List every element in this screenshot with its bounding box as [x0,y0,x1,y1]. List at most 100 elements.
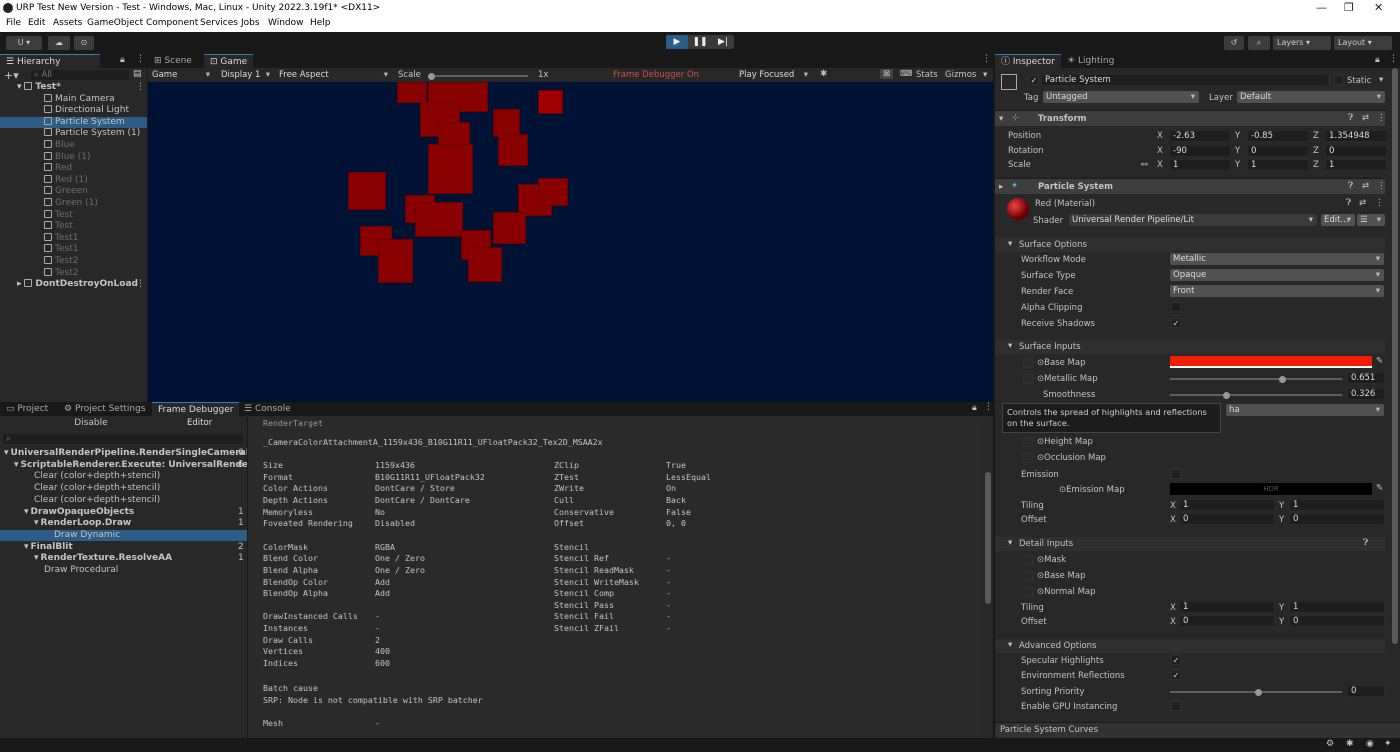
add-icon[interactable]: +▾ [4,69,19,82]
sorting-value[interactable]: 0 [1347,685,1385,697]
frame-event-row[interactable]: Clear (color+depth+stencil) [0,471,247,483]
play-icon[interactable]: ▶ [666,35,688,49]
scale-knob[interactable] [428,72,435,80]
mat-preset-icon[interactable]: ⇄ [1359,198,1366,208]
tag-dropdown[interactable]: Untagged [1043,91,1199,103]
account-button[interactable]: U ▾ [6,36,42,50]
transform-scale-y[interactable]: 1 [1247,159,1309,171]
game-more-icon[interactable]: ⋮ [982,54,991,64]
occlusion-map-slot[interactable] [1023,453,1033,463]
particle-system-header[interactable]: ▸ ✦ Particle System ❓︎ ⇄ ⋮ [995,178,1386,194]
step-icon[interactable]: ▶| [712,35,734,49]
hierarchy-item[interactable]: Particle System (1) [0,128,147,140]
play-focused-dropdown[interactable]: Play Focused [736,69,812,81]
tab-inspector[interactable]: ⓘ Inspector [995,54,1061,68]
foldout-arrow-icon[interactable]: ▾ [34,518,39,528]
foldout-icon[interactable]: ▾ [999,114,1003,124]
si-foldout-icon[interactable]: ▾ [1008,341,1012,351]
detail-base-map-slot[interactable] [1023,571,1033,581]
particle-curves-bar[interactable]: Particle System Curves [995,722,1400,738]
lock-icon[interactable]: 🔒︎ [120,55,125,65]
tab-frame-debugger[interactable]: Frame Debugger [152,402,240,416]
search-icon[interactable]: ⌕ [1248,36,1270,50]
status-network-icon[interactable]: ◉ [1366,739,1374,749]
help-icon[interactable]: ❓︎ [1348,113,1353,123]
hierarchy-item[interactable]: Greeen [0,186,147,198]
detail-offset-x[interactable]: 0 [1179,615,1275,627]
ps-preset-icon[interactable]: ⇄ [1362,181,1369,191]
foldout-arrow-icon[interactable]: ▾ [4,448,9,458]
details-scrollbar[interactable] [985,472,991,604]
hierarchy-item[interactable]: ▸ DontDestroyOnLoad ⋮ [0,279,147,291]
detail-tiling-x[interactable]: 1 [1179,601,1275,613]
surface-type-dropdown[interactable]: Opaque [1170,269,1384,281]
object-name-field[interactable]: Particle System [1041,74,1329,86]
eyedropper-icon[interactable]: ✎ [1376,356,1383,366]
surface-options-header[interactable]: ▾ Surface Options [995,238,1385,252]
transform-position-z[interactable]: 1.354948 [1325,130,1387,142]
smoothness-value[interactable]: 0.326 [1347,388,1385,400]
env-reflections-checkbox[interactable]: ✓ [1171,670,1181,680]
normal-map-slot[interactable] [1023,587,1033,597]
mat-help-icon[interactable]: ❓︎ [1346,198,1351,208]
gizmos-dropdown-icon[interactable]: ▾ [983,70,987,80]
cloud-icon[interactable]: ☁ [48,36,70,50]
height-map-slot[interactable] [1023,437,1033,447]
foldout-arrow-icon[interactable]: ▾ [17,82,24,92]
hierarchy-item[interactable]: Test [0,221,147,233]
menu-help[interactable]: Help [310,18,331,28]
inspector-scrollbar[interactable] [1392,68,1398,644]
hierarchy-item[interactable]: Test2 [0,256,147,268]
metallic-slider[interactable] [1170,375,1342,383]
game-mode-dropdown[interactable]: Game [149,69,214,81]
history-icon[interactable]: ↺ [1224,36,1244,50]
static-dropdown-icon[interactable]: ▾ [1379,75,1383,85]
maximize-icon[interactable]: ❐ [1344,1,1354,14]
layers-dropdown[interactable]: Layers ▾ [1273,36,1331,50]
metallic-map-slot[interactable] [1023,374,1033,384]
component-menu-icon[interactable]: ⋮ [1377,113,1386,123]
offset-y[interactable]: 0 [1289,513,1385,525]
smoothness-knob[interactable] [1223,391,1231,399]
disable-button[interactable]: Disable [36,418,146,428]
so-foldout-icon[interactable]: ▾ [1008,239,1012,249]
metallic-value[interactable]: 0.651 [1347,372,1385,384]
sorting-knob[interactable] [1255,688,1262,696]
shader-dropdown[interactable]: Universal Render Pipeline/Lit [1069,214,1317,226]
transform-scale-x[interactable]: 1 [1169,159,1231,171]
frame-event-search-input[interactable]: ⌕ [2,433,244,445]
hierarchy-search-input[interactable]: ⌕ All [30,69,130,81]
shader-edit-button[interactable]: Edit... [1321,214,1355,226]
display-dropdown[interactable]: Display 1 [218,69,274,81]
close-icon[interactable]: ✕ [1374,1,1383,14]
hierarchy-filter-icon[interactable]: ▤ [133,69,142,79]
hierarchy-item[interactable]: Test [0,209,147,222]
hierarchy-item[interactable]: ▾ Test* ⋮ [0,82,147,94]
emission-color[interactable]: HDR [1170,483,1372,495]
receive-shadows-checkbox[interactable]: ✓ [1171,318,1181,328]
keyboard-icon[interactable]: ⌨ [900,69,912,79]
sorting-slider[interactable] [1170,688,1342,696]
frame-event-row[interactable]: ▾ DrawOpaqueObjects 1 [0,507,247,519]
frame-event-row[interactable]: ▾ ScriptableRenderer.Execute: UniversalRe… [0,460,263,472]
game-viewport[interactable] [148,82,993,402]
detail-tiling-y[interactable]: 1 [1289,601,1385,613]
metallic-knob[interactable] [1278,375,1286,383]
menu-services[interactable]: Services [200,18,238,28]
specular-checkbox[interactable]: ✓ [1171,655,1181,665]
menu-assets[interactable]: Assets [53,18,82,28]
frame-event-row[interactable]: ▾ RenderLoop.Draw 1 [0,518,247,530]
tiling-x[interactable]: 1 [1179,499,1275,511]
workflow-dropdown[interactable]: Metallic [1170,253,1384,265]
shader-options-icon[interactable]: ☰ [1357,214,1385,226]
smoothness-source-dropdown[interactable]: ha [1226,404,1384,416]
tiling-y[interactable]: 1 [1289,499,1385,511]
ps-help-icon[interactable]: ❓︎ [1348,181,1353,191]
render-face-dropdown[interactable]: Front [1170,285,1384,297]
collab-icon[interactable]: ⊙ [74,36,94,50]
foldout-arrow-icon[interactable]: ▾ [24,507,29,517]
mask-slot[interactable] [1023,555,1033,565]
menu-gameobject[interactable]: GameObject [87,18,143,28]
emission-checkbox[interactable] [1171,469,1181,479]
transform-rotation-z[interactable]: 0 [1325,144,1387,157]
